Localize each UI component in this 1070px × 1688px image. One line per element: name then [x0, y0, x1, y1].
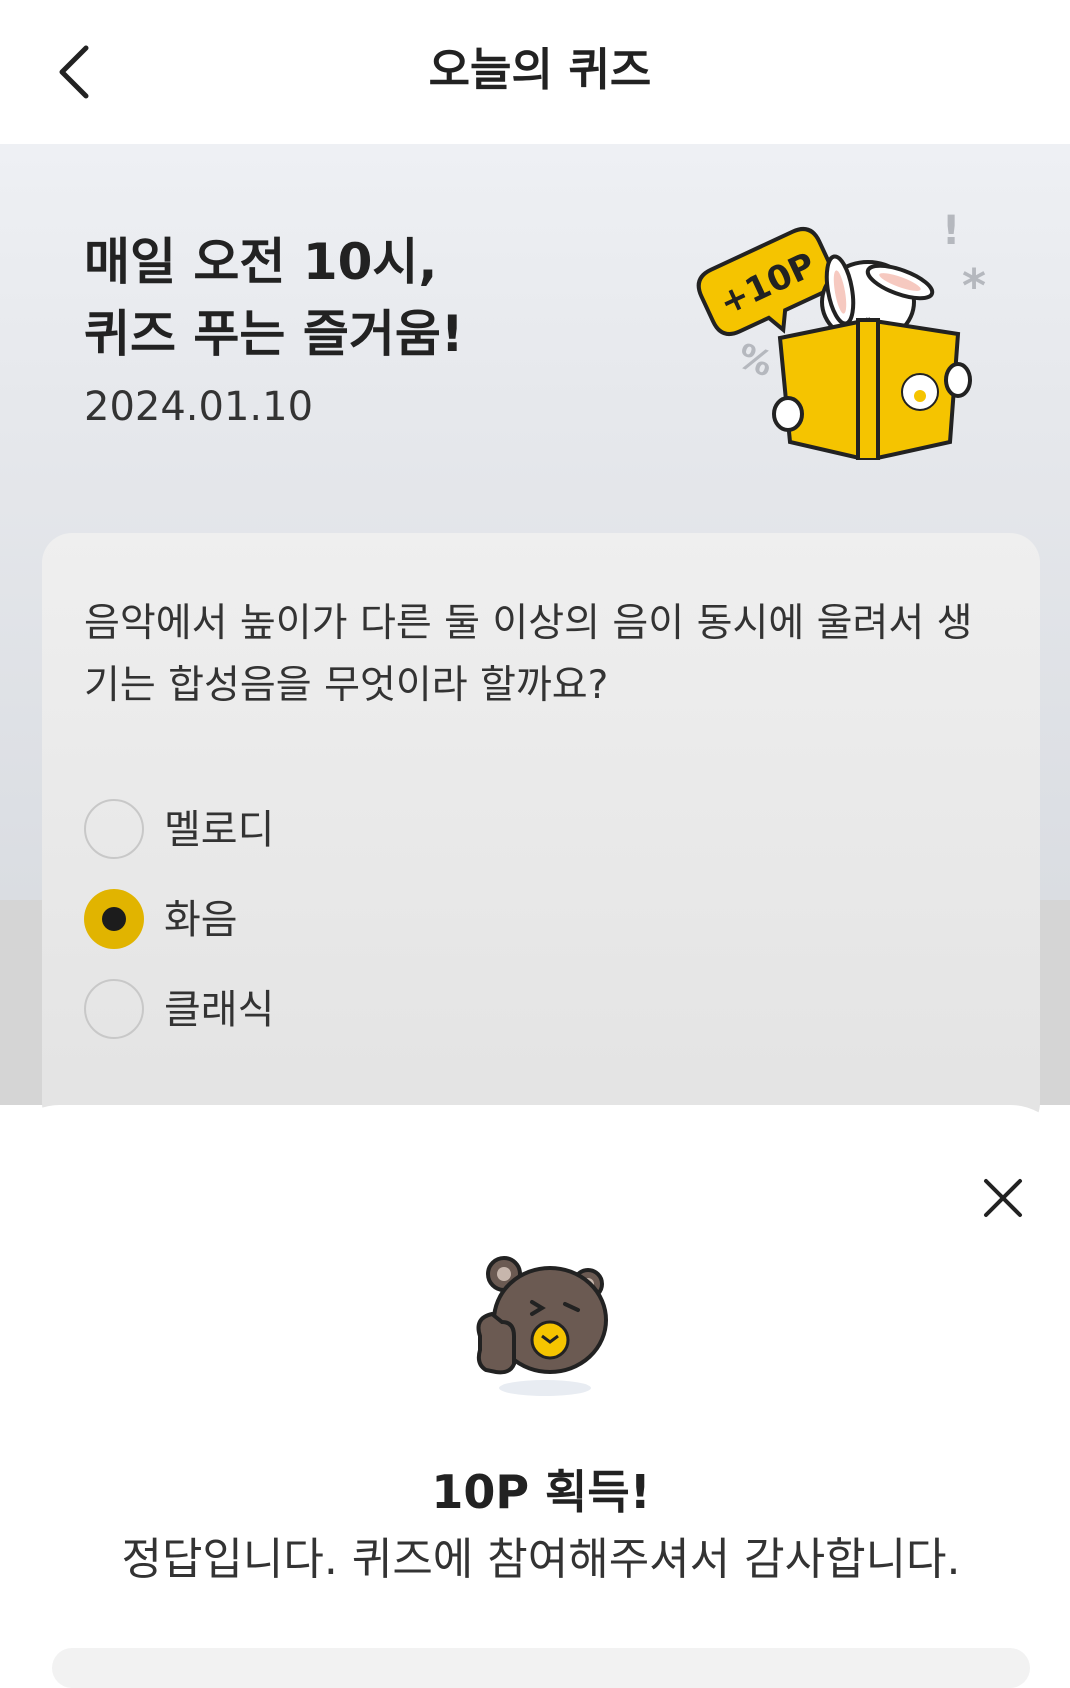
exclamation-decoration-icon: ! [942, 210, 960, 254]
close-icon [984, 1179, 1022, 1217]
quiz-option-melody[interactable]: 멜로디 [84, 799, 484, 863]
bear-thumbs-up-illustration [476, 1256, 608, 1396]
percent-decoration-icon: % [732, 336, 778, 385]
sheet-bottom-panel [52, 1648, 1030, 1688]
hero-title: 매일 오전 10시, 퀴즈 푸는 즐거움! [84, 226, 464, 370]
app-header: 오늘의 퀴즈 [0, 0, 1070, 144]
page-title: 오늘의 퀴즈 [428, 43, 652, 96]
quiz-option-label: 클래식 [164, 987, 275, 1033]
quiz-date: 2024.01.10 [84, 384, 314, 430]
hero-title-line2: 퀴즈 푸는 즐거움! [84, 305, 464, 363]
quiz-question: 음악에서 높이가 다른 둘 이상의 음이 동시에 울려서 생기는 합성음을 무엇… [84, 601, 973, 708]
quiz-question-card: 음악에서 높이가 다른 둘 이상의 음이 동시에 울려서 생기는 합성음을 무엇… [42, 533, 1040, 1133]
quiz-option-label: 화음 [164, 897, 238, 943]
radio-unselected-icon[interactable] [84, 799, 144, 859]
hero-title-line1: 매일 오전 10시, [84, 233, 438, 291]
radio-selected-icon[interactable] [84, 889, 144, 949]
radio-unselected-icon[interactable] [84, 979, 144, 1039]
reward-title: 10P 획득! [431, 1465, 651, 1519]
quiz-option-harmony[interactable]: 화음 [84, 889, 484, 953]
quiz-option-label: 멜로디 [164, 807, 275, 853]
asterisk-decoration-icon: * [962, 259, 986, 313]
rabbit-reading-book-illustration: +10P ! * % [696, 210, 986, 460]
result-message: 정답입니다. 퀴즈에 참여해주셔서 감사합니다. [121, 1534, 961, 1585]
quiz-option-classic[interactable]: 클래식 [84, 979, 484, 1043]
close-button[interactable] [980, 1175, 1026, 1221]
